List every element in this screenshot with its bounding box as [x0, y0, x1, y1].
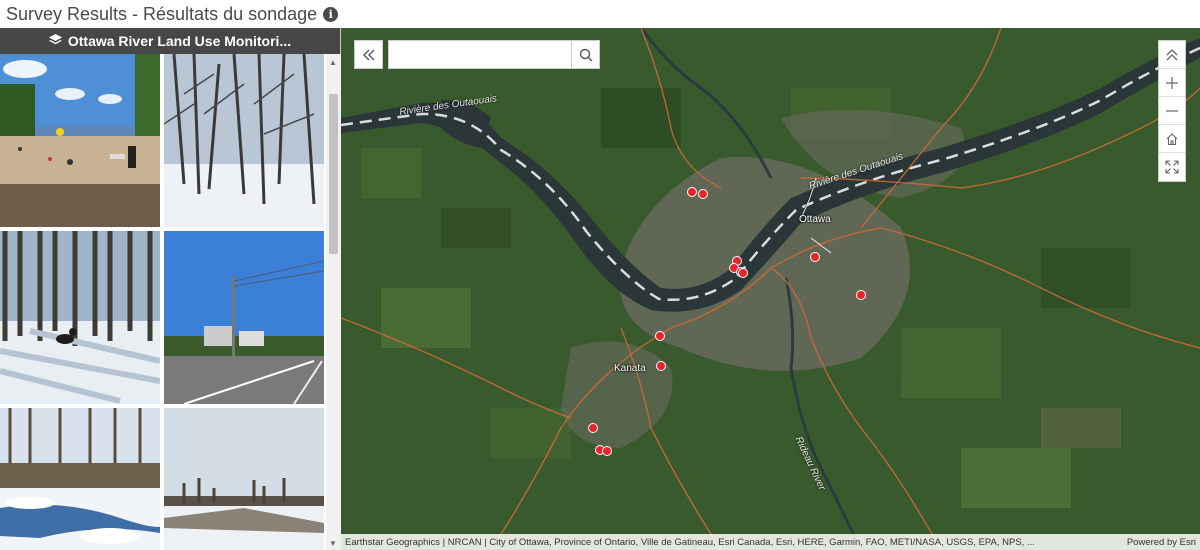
- app: Survey Results - Résultats du sondage i …: [0, 0, 1200, 550]
- attribution-text: Earthstar Geographics | NRCAN | City of …: [345, 536, 1035, 548]
- layer-title: Ottawa River Land Use Monitori...: [67, 33, 292, 49]
- scroll-down-icon[interactable]: ▼: [329, 539, 337, 548]
- search-box[interactable]: [388, 40, 600, 69]
- survey-point-marker[interactable]: [588, 423, 598, 433]
- survey-point-marker[interactable]: [856, 290, 866, 300]
- map-view[interactable]: Rivière des Outaouais Rivière des Outaou…: [341, 28, 1200, 550]
- survey-point-marker[interactable]: [698, 189, 708, 199]
- snowy-field-photo[interactable]: [164, 408, 324, 550]
- winter-forest-dog-photo[interactable]: [0, 231, 160, 404]
- zoom-in-button[interactable]: [1159, 69, 1185, 97]
- scrollbar-thumb[interactable]: [329, 94, 338, 254]
- survey-point-marker[interactable]: [687, 187, 697, 197]
- minus-icon: [1166, 109, 1178, 112]
- layer-title-bar[interactable]: Ottawa River Land Use Monitori...: [0, 28, 340, 54]
- powered-by-link[interactable]: Powered by Esri: [1123, 537, 1200, 548]
- app-header: Survey Results - Résultats du sondage i: [0, 0, 1200, 28]
- survey-point-marker[interactable]: [655, 331, 665, 341]
- city-label-ottawa: Ottawa: [799, 214, 831, 225]
- survey-point-marker[interactable]: [656, 361, 666, 371]
- home-button[interactable]: [1159, 125, 1185, 153]
- beach-photo[interactable]: [0, 54, 160, 227]
- survey-point-marker[interactable]: [738, 268, 748, 278]
- zoom-out-button[interactable]: [1159, 97, 1185, 125]
- fullscreen-button[interactable]: [1159, 153, 1185, 181]
- double-chevron-up-icon: [1166, 48, 1178, 60]
- survey-point-marker[interactable]: [810, 252, 820, 262]
- survey-point-marker[interactable]: [602, 446, 612, 456]
- home-icon: [1166, 132, 1178, 145]
- snowy-trees-photo[interactable]: [164, 54, 324, 227]
- search-button[interactable]: [571, 41, 599, 68]
- search-input[interactable]: [389, 41, 571, 68]
- collapse-panel-button[interactable]: [354, 40, 383, 69]
- double-chevron-left-icon: [362, 49, 374, 60]
- sidebar-panel: Ottawa River Land Use Monitori... ▲ ▼: [0, 28, 341, 550]
- city-label-kanata: Kanata: [614, 363, 646, 374]
- expand-icon: [1165, 160, 1179, 174]
- gallery-scrollbar[interactable]: ▲ ▼: [326, 54, 341, 550]
- road-photo[interactable]: [164, 231, 324, 404]
- layers-icon: [48, 33, 62, 49]
- plus-icon: [1166, 76, 1178, 89]
- frozen-creek-photo[interactable]: [0, 408, 160, 550]
- photo-gallery: [0, 54, 326, 550]
- map-attribution: Earthstar Geographics | NRCAN | City of …: [341, 534, 1200, 550]
- scroll-up-icon[interactable]: ▲: [329, 58, 337, 67]
- map-controls: [1158, 40, 1186, 182]
- info-icon[interactable]: i: [323, 6, 339, 22]
- collapse-controls-button[interactable]: [1159, 41, 1185, 69]
- page-title: Survey Results - Résultats du sondage: [6, 3, 318, 24]
- search-icon: [579, 48, 592, 61]
